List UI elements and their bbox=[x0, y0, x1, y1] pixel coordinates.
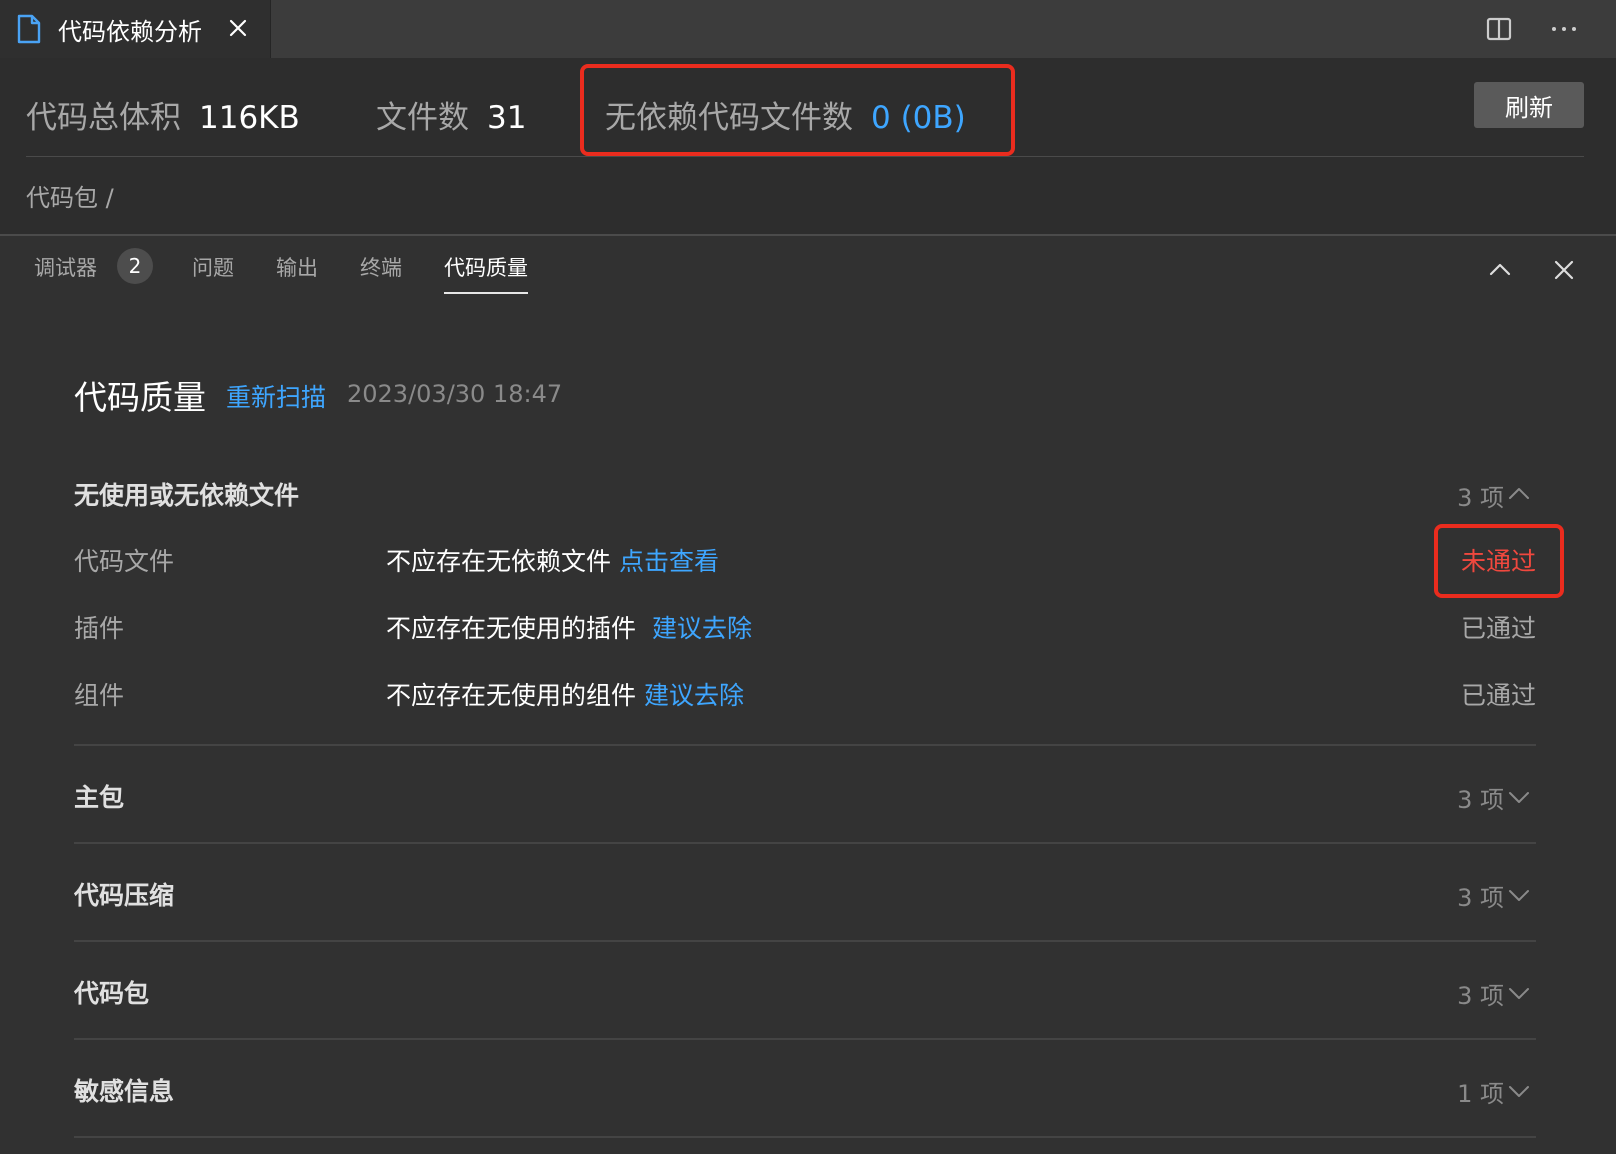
remove-components-link[interactable]: 建议去除 bbox=[644, 681, 744, 710]
chevron-down-icon[interactable] bbox=[1508, 986, 1530, 1000]
view-unused-files-link[interactable]: 点击查看 bbox=[619, 547, 719, 576]
tab-dependency-analysis[interactable]: 代码依赖分析 bbox=[0, 0, 271, 58]
scan-timestamp: 2023/03/30 18:47 bbox=[347, 380, 563, 408]
row-desc-code-files: 不应存在无依赖文件 点击查看 bbox=[386, 542, 719, 578]
tab-problems[interactable]: 问题 bbox=[192, 252, 234, 282]
tab-terminal[interactable]: 终端 bbox=[360, 252, 402, 282]
summary-divider bbox=[26, 156, 1584, 157]
section-title-code-compression[interactable]: 代码压缩 bbox=[74, 876, 174, 912]
chevron-down-icon[interactable] bbox=[1508, 790, 1530, 804]
chevron-down-icon[interactable] bbox=[1508, 888, 1530, 902]
chevron-down-icon[interactable] bbox=[1508, 1084, 1530, 1098]
section-count-unused-files: 3 项 bbox=[1457, 484, 1504, 512]
total-size-label: 代码总体积 bbox=[26, 100, 181, 136]
section-count-code-package: 3 项 bbox=[1457, 982, 1504, 1010]
page-title: 代码质量 bbox=[74, 378, 206, 417]
row-desc-text: 不应存在无使用的组件 bbox=[386, 681, 637, 710]
close-icon[interactable] bbox=[1550, 256, 1578, 284]
total-size-value: 116KB bbox=[199, 100, 300, 136]
section-title-main-package[interactable]: 主包 bbox=[74, 778, 124, 814]
section-divider bbox=[74, 744, 1536, 746]
chevron-up-icon[interactable] bbox=[1508, 486, 1530, 500]
section-count-code-compression: 3 项 bbox=[1457, 884, 1504, 912]
row-desc-components: 不应存在无使用的组件 建议去除 bbox=[386, 676, 744, 712]
highlight-box-failed-status bbox=[1434, 524, 1564, 598]
debugger-count-badge: 2 bbox=[117, 248, 153, 284]
tab-debugger[interactable]: 调试器 bbox=[34, 252, 97, 282]
tab-output[interactable]: 输出 bbox=[276, 252, 318, 282]
highlight-box-unused-files bbox=[580, 64, 1015, 156]
section-divider bbox=[74, 1038, 1536, 1040]
row-label-code-files: 代码文件 bbox=[74, 547, 175, 576]
editor-tab-bar: 代码依赖分析 bbox=[0, 0, 1616, 58]
status-passed: 已通过 bbox=[1460, 681, 1536, 710]
section-divider bbox=[74, 842, 1536, 844]
file-icon bbox=[17, 14, 41, 44]
row-desc-plugins: 不应存在无使用的插件 建议去除 bbox=[386, 609, 752, 645]
chevron-up-icon[interactable] bbox=[1486, 256, 1514, 284]
total-size-stat: 代码总体积 116KB bbox=[26, 92, 300, 137]
row-label-plugins: 插件 bbox=[74, 614, 125, 643]
row-label-components: 组件 bbox=[74, 681, 125, 710]
row-desc-text: 不应存在无使用的插件 bbox=[386, 614, 637, 643]
rescan-link[interactable]: 重新扫描 bbox=[226, 378, 326, 414]
section-title-sensitive-info[interactable]: 敏感信息 bbox=[74, 1072, 174, 1108]
tab-code-quality[interactable]: 代码质量 bbox=[444, 252, 528, 294]
section-count-sensitive-info: 1 项 bbox=[1457, 1080, 1504, 1108]
section-divider bbox=[74, 940, 1536, 942]
section-count-main-package: 3 项 bbox=[1457, 786, 1504, 814]
section-title-unused-files[interactable]: 无使用或无依赖文件 bbox=[74, 476, 299, 512]
file-count-stat: 文件数 31 bbox=[376, 92, 526, 137]
tab-title: 代码依赖分析 bbox=[58, 18, 202, 46]
dependency-summary: 代码总体积 116KB 文件数 31 无依赖代码文件数 0 (0B) 刷新 代码包 / bbox=[0, 58, 1616, 234]
file-count-value: 31 bbox=[487, 100, 527, 136]
more-actions-icon[interactable] bbox=[1548, 15, 1580, 43]
file-count-label: 文件数 bbox=[376, 100, 469, 136]
split-editor-icon[interactable] bbox=[1485, 15, 1513, 43]
bottom-panel: 调试器 2 问题 输出 终端 代码质量 代码质量 重新扫描 2023/03/30… bbox=[0, 236, 1616, 1154]
breadcrumb[interactable]: 代码包 / bbox=[26, 178, 114, 213]
section-title-code-package[interactable]: 代码包 bbox=[74, 974, 149, 1010]
remove-plugins-link[interactable]: 建议去除 bbox=[652, 614, 752, 643]
row-desc-text: 不应存在无依赖文件 bbox=[386, 547, 612, 576]
refresh-button[interactable]: 刷新 bbox=[1474, 82, 1584, 128]
section-divider bbox=[74, 1136, 1536, 1138]
status-passed: 已通过 bbox=[1460, 614, 1536, 643]
close-icon[interactable] bbox=[226, 16, 250, 40]
